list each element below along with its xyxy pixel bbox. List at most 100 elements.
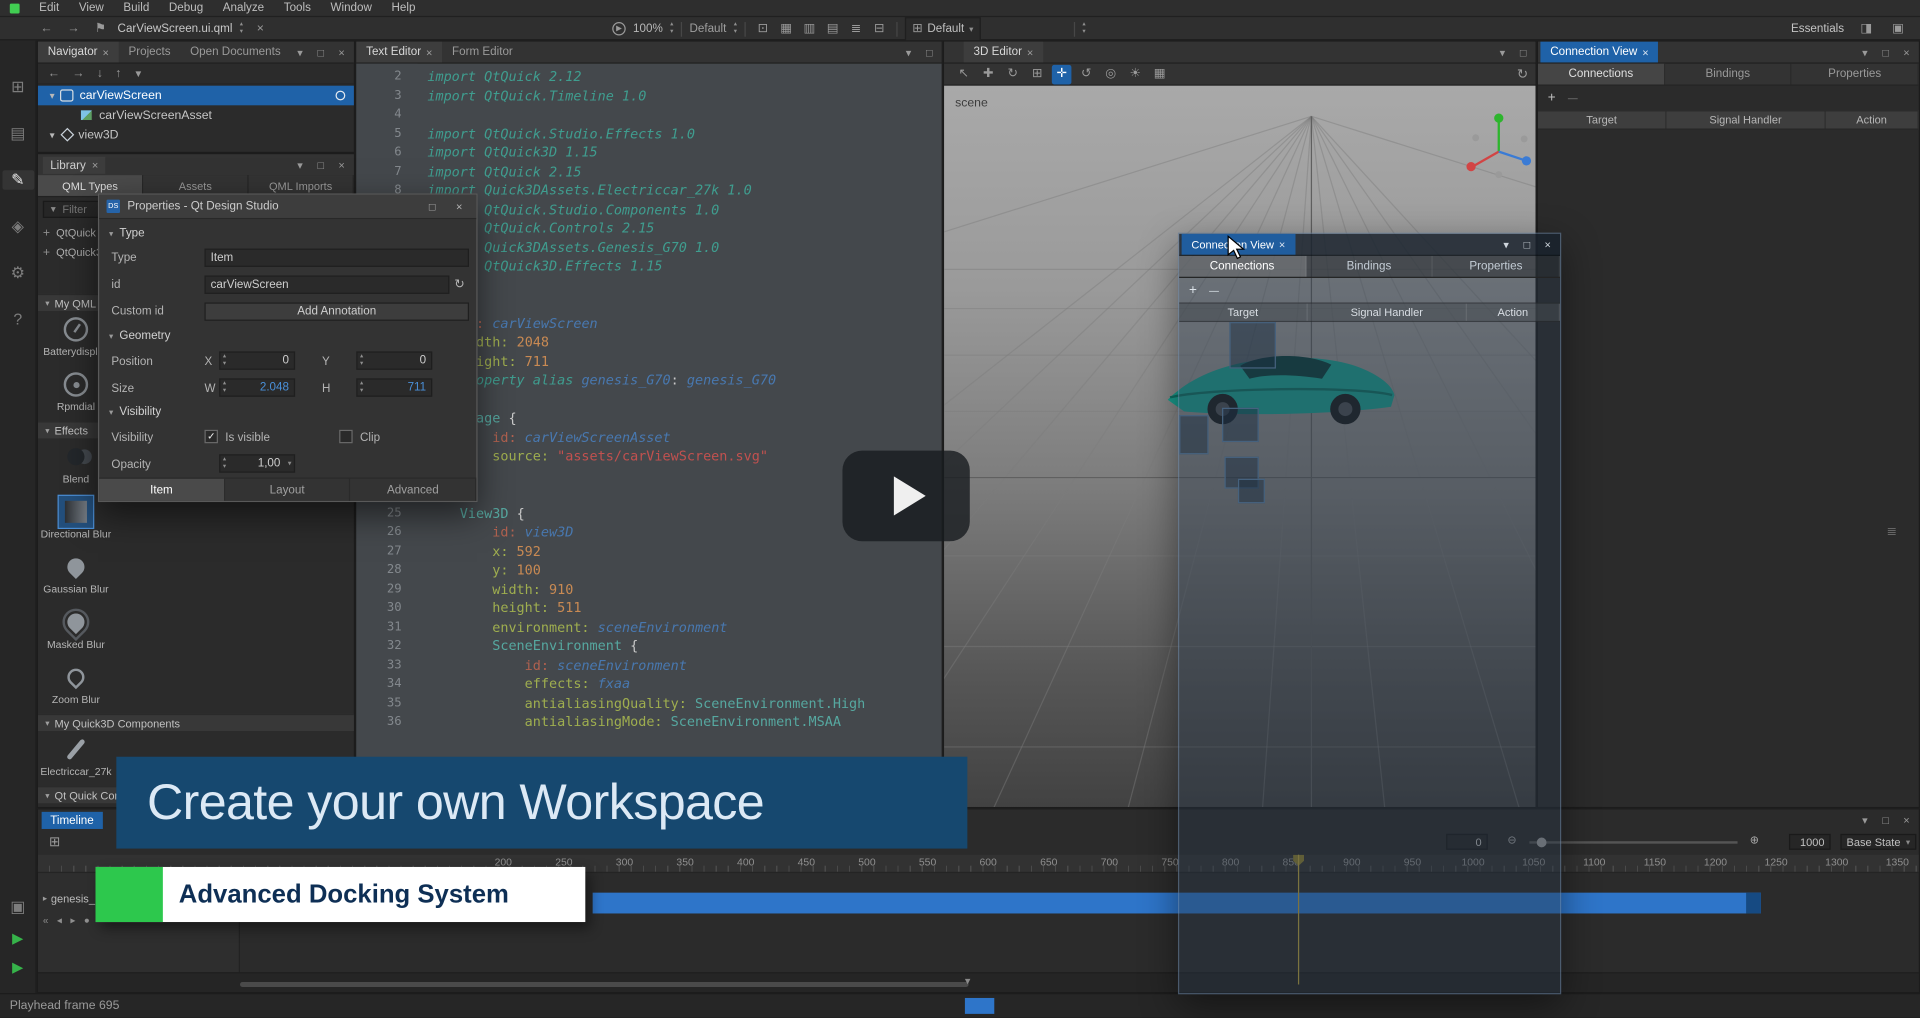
add-connection-button[interactable]: + (1548, 91, 1556, 106)
add-annotation-button[interactable]: Add Annotation (204, 302, 468, 320)
chevron-down-icon[interactable]: ▾ (1856, 46, 1873, 59)
menu-item-build[interactable]: Build (114, 0, 159, 16)
close-icon[interactable]: × (102, 46, 108, 58)
tab-navigator[interactable]: Navigator× (38, 42, 119, 63)
design-icon[interactable]: ✎ (2, 170, 34, 190)
close-icon[interactable]: × (426, 46, 432, 58)
document-selector-arrows-icon[interactable]: ▴▾ (240, 22, 243, 35)
chevron-down-icon[interactable]: ▾ (900, 46, 917, 59)
tab-form-editor[interactable]: Form Editor (442, 42, 522, 63)
library-item-masked-blur[interactable]: Masked Blur (38, 604, 114, 659)
section-visibility[interactable]: ▾ Visibility (109, 405, 161, 418)
run-icon[interactable]: ▶ (2, 929, 34, 946)
axis-gizmo[interactable] (1458, 108, 1535, 189)
tree-item-carviewscreen[interactable]: ▾carViewScreen (38, 86, 354, 106)
timeline-span-bar[interactable] (593, 893, 1761, 914)
tree-item-carviewscreenasset[interactable]: carViewScreenAsset (38, 105, 354, 125)
zoom-stepper-icon[interactable]: ▴▾ (670, 22, 673, 35)
chevron-down-icon[interactable]: ▾ (291, 159, 308, 172)
scrollbar-handle[interactable] (240, 982, 969, 987)
timeline-scrollbar[interactable]: ▾ (38, 972, 1919, 992)
reset-view-icon[interactable]: ↻ (1517, 66, 1528, 82)
dialog-tab-item[interactable]: Item (99, 479, 225, 501)
remove-connection-button[interactable]: — (1209, 285, 1219, 296)
plus-icon[interactable]: + (43, 246, 50, 259)
prev-frame-icon[interactable]: ◂ (57, 915, 62, 926)
expander-icon[interactable]: ▾ (45, 129, 58, 140)
visibility-icon[interactable] (336, 91, 346, 101)
menu-item-window[interactable]: Window (321, 0, 382, 16)
zoom-level[interactable]: 100% (633, 22, 663, 35)
float-panel-icon[interactable]: □ (1877, 47, 1894, 59)
projects-icon[interactable]: ⚙ (2, 263, 34, 283)
reset-binding-icon[interactable]: ↻ (454, 278, 464, 291)
tab-timeline[interactable]: Timeline (42, 812, 103, 829)
layout-grid-icon[interactable]: ▣ (1888, 19, 1908, 39)
float-panel-icon[interactable]: □ (1877, 814, 1894, 826)
float-panel-icon[interactable]: □ (1515, 47, 1532, 59)
run-debug-icon[interactable]: ▶ (2, 959, 34, 976)
forward-icon[interactable]: → (64, 19, 84, 39)
dialog-tab-layout[interactable]: Layout (225, 479, 351, 501)
style-selector[interactable]: Default (689, 22, 726, 35)
tab-properties[interactable]: Properties (1433, 256, 1560, 277)
zoom-in-icon[interactable]: ⊕ (1750, 834, 1759, 847)
chevron-down-icon[interactable]: ▾ (1856, 814, 1873, 827)
tree-item-view3d[interactable]: ▾view3D (38, 125, 354, 145)
close-panel-icon[interactable]: × (333, 159, 350, 171)
open-document-name[interactable]: CarViewScreen.ui.qml (118, 22, 233, 35)
menu-item-analyze[interactable]: Analyze (213, 0, 274, 16)
library-item-gaussian-blur[interactable]: Gaussian Blur (38, 549, 114, 604)
float-panel-icon[interactable]: □ (921, 47, 938, 59)
bookmark-icon[interactable]: ⚑ (91, 19, 111, 39)
timeline-settings-icon[interactable]: ⊞ (49, 834, 60, 850)
scale-icon[interactable]: ◎ (1101, 64, 1121, 84)
filter-icon[interactable]: ▼ (133, 68, 143, 79)
expander-icon[interactable]: ▸ (43, 894, 47, 904)
plus-icon[interactable]: + (43, 226, 50, 239)
rotate-icon[interactable]: ↺ (1076, 64, 1096, 84)
opacity-field[interactable]: ▴▾ 1,00 ▾ (219, 454, 295, 472)
width-field[interactable]: ▴▾ 2.048 (219, 378, 295, 396)
style-stepper-icon[interactable]: ▴▾ (734, 22, 737, 35)
close-icon[interactable]: × (1279, 238, 1285, 250)
close-icon[interactable]: × (92, 159, 98, 171)
close-document-icon[interactable]: × (251, 19, 271, 39)
close-panel-icon[interactable]: × (1898, 814, 1915, 826)
tab-properties[interactable]: Properties (1792, 64, 1919, 85)
move-icon[interactable]: ✛ (1052, 64, 1072, 84)
play-icon[interactable]: ▸ (70, 915, 75, 926)
tab-connection-view[interactable]: Connection View × (1540, 42, 1658, 63)
video-play-button[interactable] (842, 451, 969, 542)
library-section-header[interactable]: ▾My Quick3D Components (38, 714, 354, 731)
menu-item-help[interactable]: Help (382, 0, 426, 16)
merge-icon[interactable]: ⊟ (869, 19, 889, 39)
move-up-icon[interactable]: ↑ (115, 67, 121, 80)
floating-connection-view[interactable]: Connection View × ▾ □ × ConnectionsBindi… (1178, 233, 1561, 995)
orbit-icon[interactable]: ↻ (1003, 64, 1023, 84)
tab-projects[interactable]: Projects (119, 42, 181, 63)
tab-connections[interactable]: Connections (1538, 64, 1665, 85)
close-panel-icon[interactable]: × (333, 47, 350, 59)
tab-open-documents[interactable]: Open Documents (180, 42, 290, 63)
chevron-down-icon[interactable]: ▾ (1494, 46, 1511, 59)
dialog-titlebar[interactable]: DS Properties - Qt Design Studio □ × (99, 195, 476, 219)
extra-stepper-icon[interactable]: ▴▾ (1082, 22, 1085, 35)
rows-icon[interactable]: ▤ (823, 19, 843, 39)
float-panel-icon[interactable]: □ (312, 47, 329, 59)
maximize-icon[interactable]: □ (422, 200, 442, 212)
tab-bindings[interactable]: Bindings (1665, 64, 1792, 85)
library-item-electriccar-27k[interactable]: Electriccar_27k (38, 731, 114, 786)
columns-icon[interactable]: ▥ (800, 19, 820, 39)
type-field[interactable] (204, 249, 468, 267)
debug-icon[interactable]: ◈ (2, 217, 34, 237)
height-field[interactable]: ▴▾ 711 (356, 378, 432, 396)
fit-icon[interactable]: ⊞ (1027, 64, 1047, 84)
float-panel-icon[interactable]: □ (1518, 239, 1535, 251)
float-panel-icon[interactable]: □ (312, 159, 329, 171)
preview-play-icon[interactable]: ▶ (612, 22, 625, 35)
forward-icon[interactable]: → (72, 67, 84, 80)
menu-item-edit[interactable]: Edit (29, 0, 69, 16)
camera-icon[interactable]: ▦ (1150, 64, 1170, 84)
state-selector[interactable]: Base State ▾ (1840, 834, 1916, 850)
